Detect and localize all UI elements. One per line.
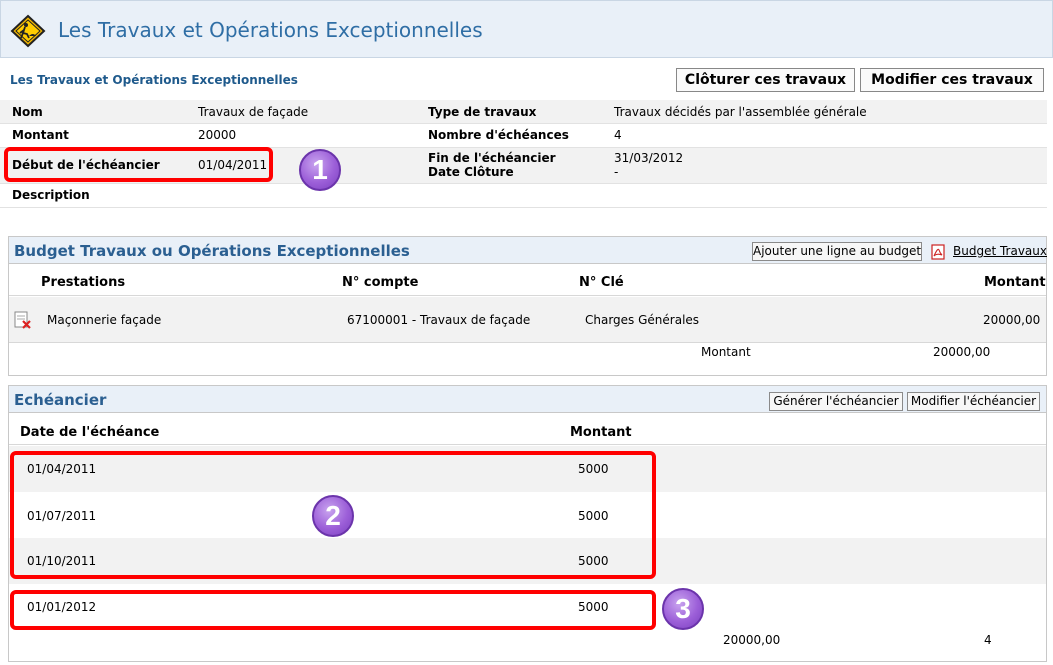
cloture-value: - <box>614 165 619 179</box>
schedule-total-count: 4 <box>984 633 992 647</box>
col-date-echeance: Date de l'échéance <box>20 425 160 440</box>
annotation-badge-3: 3 <box>662 588 704 630</box>
schedule-total-amount: 20000,00 <box>723 633 781 647</box>
type-value: Travaux décidés par l'assemblée générale <box>614 105 867 119</box>
annotation-badge-1: 1 <box>299 149 341 191</box>
annotation-badge-2: 2 <box>312 495 354 537</box>
type-label: Type de travaux <box>428 105 537 119</box>
budget-pdf-link[interactable]: Budget Travaux <box>953 244 1047 258</box>
col-montant: Montant <box>984 275 1046 290</box>
row-montant: 20000,00 <box>983 313 1041 327</box>
delete-row-icon[interactable] <box>13 310 33 330</box>
schedule-title: Echéancier <box>14 391 107 409</box>
page-title: Les Travaux et Opérations Exceptionnelle… <box>58 18 483 42</box>
budget-total-label: Montant <box>701 345 751 359</box>
fin-value: 31/03/2012 <box>614 151 684 165</box>
echeances-value: 4 <box>614 128 622 142</box>
info-row-description <box>0 184 1047 208</box>
col-prestations: Prestations <box>41 275 126 290</box>
section-subtitle: Les Travaux et Opérations Exceptionnelle… <box>10 73 298 87</box>
row-cle: Charges Générales <box>585 313 700 327</box>
generate-schedule-button[interactable]: Générer l'échéancier <box>769 392 903 411</box>
col-cle: N° Clé <box>579 275 624 290</box>
budget-column-headers <box>9 266 1046 296</box>
description-label: Description <box>12 188 90 202</box>
nom-value: Travaux de façade <box>198 105 309 119</box>
cloture-label: Date Clôture <box>428 165 514 179</box>
edit-works-button[interactable]: Modifier ces travaux <box>860 68 1044 92</box>
pdf-icon[interactable] <box>930 244 946 260</box>
highlight-box-3 <box>10 590 656 630</box>
row-compte: 67100001 - Travaux de façade <box>347 313 531 327</box>
montant-label: Montant <box>12 128 69 142</box>
budget-title: Budget Travaux ou Opérations Exceptionne… <box>14 242 410 260</box>
col-compte: N° compte <box>342 275 419 290</box>
close-works-button[interactable]: Clôturer ces travaux <box>676 68 855 92</box>
row-prestation: Maçonnerie façade <box>47 313 162 327</box>
echeances-label: Nombre d'échéances <box>428 128 569 142</box>
budget-total-value: 20000,00 <box>933 345 991 359</box>
edit-schedule-button[interactable]: Modifier l'échéancier <box>907 392 1040 411</box>
schedule-column-headers <box>9 415 1046 445</box>
nom-label: Nom <box>12 105 43 119</box>
fin-label: Fin de l'échéancier <box>428 151 556 165</box>
roadwork-sign-icon <box>10 14 46 48</box>
montant-value: 20000 <box>198 128 237 142</box>
col-montant-echeance: Montant <box>570 425 632 440</box>
add-budget-line-button[interactable]: Ajouter une ligne au budget <box>752 242 922 261</box>
highlight-box-1 <box>4 147 273 182</box>
